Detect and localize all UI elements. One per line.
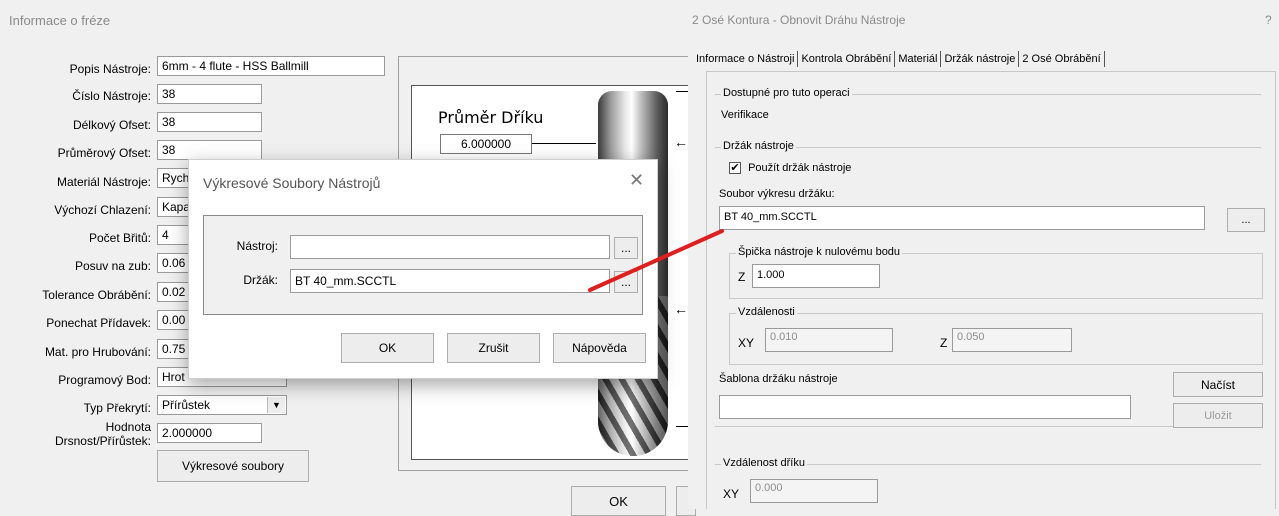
annotation-line-stroke [588,229,724,292]
annotation-line [588,229,724,292]
